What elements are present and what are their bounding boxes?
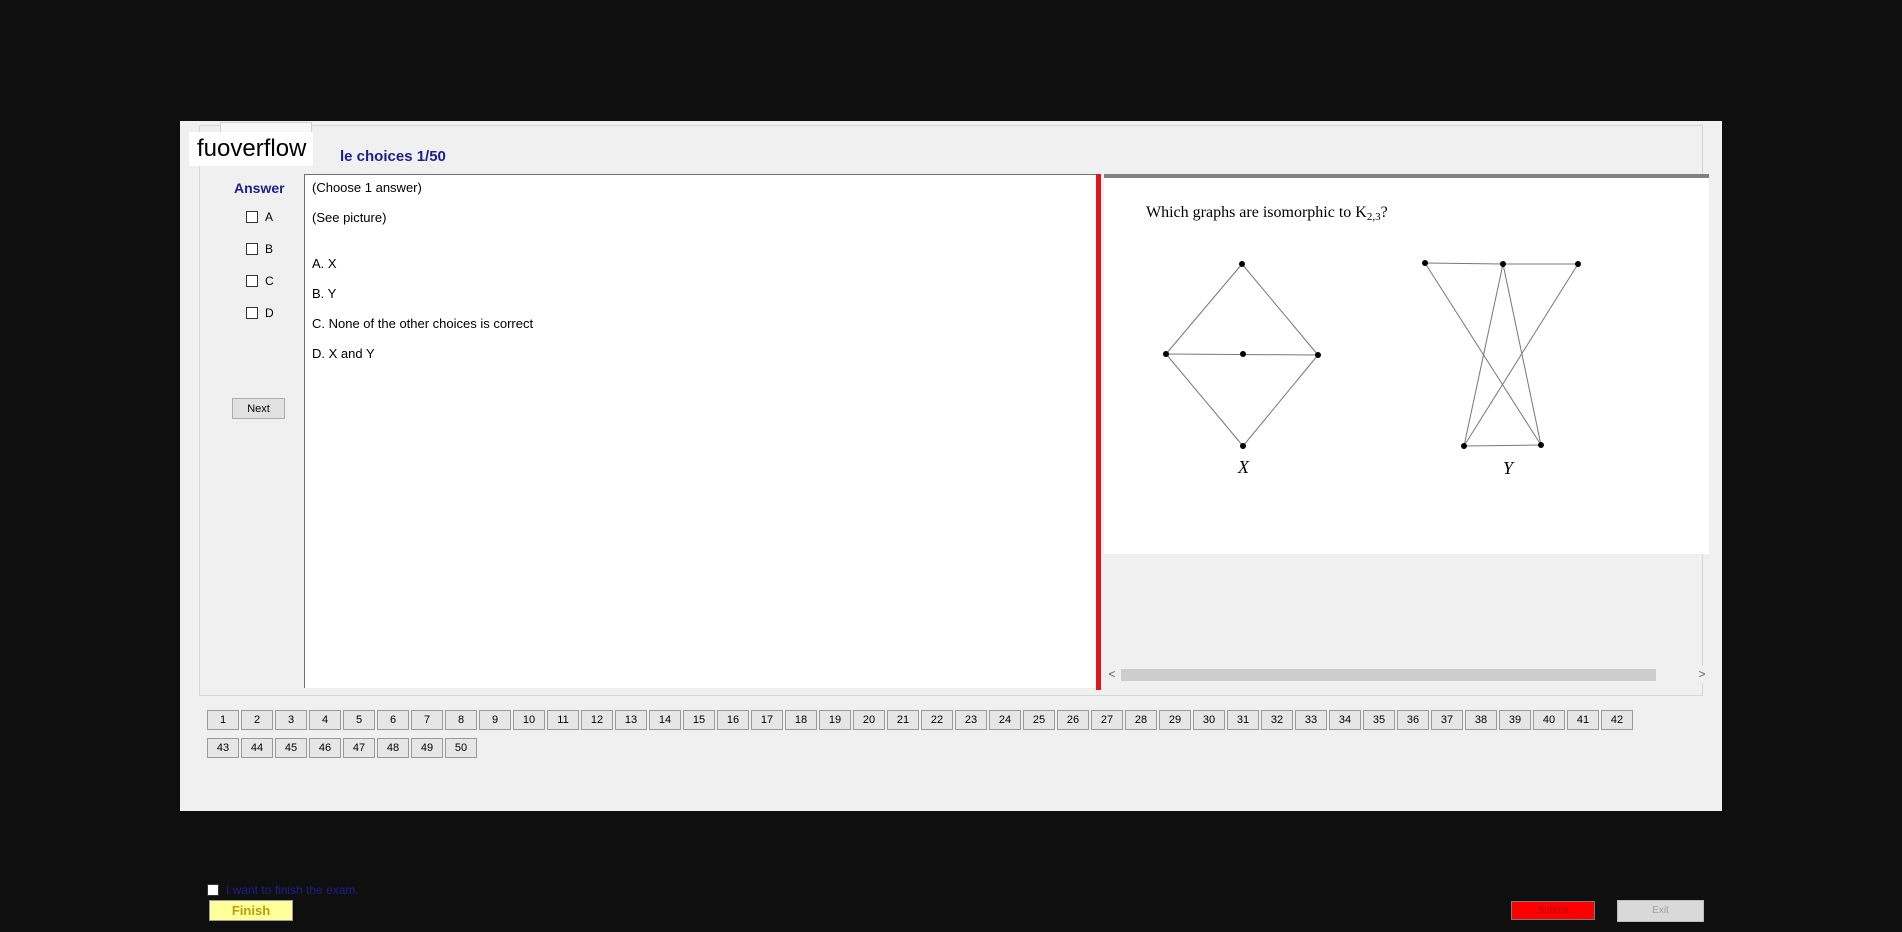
question-number-button[interactable]: 50 xyxy=(445,738,477,758)
question-number-button[interactable]: 42 xyxy=(1601,710,1633,730)
question-number-button[interactable]: 1 xyxy=(207,710,239,730)
panel-splitter[interactable] xyxy=(1096,174,1101,690)
question-number-button[interactable]: 12 xyxy=(581,710,613,730)
submit-button[interactable]: Submit xyxy=(1511,901,1595,920)
answer-label: Answer xyxy=(234,180,285,196)
graph-y-edges xyxy=(1424,262,1579,447)
scroll-left-icon[interactable]: < xyxy=(1105,666,1119,683)
next-button[interactable]: Next xyxy=(232,398,285,419)
question-number-button[interactable]: 16 xyxy=(717,710,749,730)
question-number-button[interactable]: 41 xyxy=(1567,710,1599,730)
question-number-button[interactable]: 39 xyxy=(1499,710,1531,730)
question-image: Which graphs are isomorphic to K2,3? X Y xyxy=(1104,174,1709,554)
choice-a-text: A. X xyxy=(312,256,337,271)
question-number-button[interactable]: 5 xyxy=(343,710,375,730)
question-number-button[interactable]: 22 xyxy=(921,710,953,730)
question-number-button[interactable]: 6 xyxy=(377,710,409,730)
exam-frame: le choices 1/50 Answer A B C D Next (Cho… xyxy=(199,122,1709,696)
watermark-logo: fuoverflow xyxy=(189,132,313,166)
option-a-label: A xyxy=(265,210,274,224)
question-number-button[interactable]: 7 xyxy=(411,710,443,730)
finish-confirm-checkbox[interactable] xyxy=(207,884,219,896)
option-b-checkbox[interactable] xyxy=(246,243,258,255)
question-number-button[interactable]: 44 xyxy=(241,738,273,758)
question-number-button[interactable]: 48 xyxy=(377,738,409,758)
option-c-checkbox[interactable] xyxy=(246,275,258,287)
question-number-button[interactable]: 36 xyxy=(1397,710,1429,730)
question-row-1: 1 2 3 4 5 6 7 8 9 10 11 12 13 14 15 16 17 18 19 20 21 22 23 24 2… xyxy=(207,710,1635,730)
question-number-button[interactable]: 15 xyxy=(683,710,715,730)
figure-question: Which graphs are isomorphic to K2,3? xyxy=(1146,204,1388,223)
question-number-button[interactable]: 37 xyxy=(1431,710,1463,730)
question-prompt: (See picture) xyxy=(312,210,387,225)
question-number-button[interactable]: 19 xyxy=(819,710,851,730)
choice-b-text: B. Y xyxy=(312,286,337,301)
image-horizontal-scrollbar[interactable]: < > xyxy=(1105,666,1709,683)
question-number-button[interactable]: 33 xyxy=(1295,710,1327,730)
finish-button[interactable]: Finish xyxy=(209,900,293,921)
option-c-label: C xyxy=(265,274,274,288)
question-number-button[interactable]: 24 xyxy=(989,710,1021,730)
question-number-button[interactable]: 34 xyxy=(1329,710,1361,730)
question-number-button[interactable]: 8 xyxy=(445,710,477,730)
question-number-button[interactable]: 26 xyxy=(1057,710,1089,730)
graph-x-label: X xyxy=(1237,457,1250,477)
question-number-button[interactable]: 4 xyxy=(309,710,341,730)
question-row-2: 43 44 45 46 47 48 49 50 xyxy=(207,738,479,758)
section-title: le choices 1/50 xyxy=(340,148,446,165)
question-number-button[interactable]: 13 xyxy=(615,710,647,730)
question-number-button[interactable]: 9 xyxy=(479,710,511,730)
question-number-button[interactable]: 45 xyxy=(275,738,307,758)
finish-confirm-label: I want to finish the exam. xyxy=(226,883,359,897)
question-number-button[interactable]: 40 xyxy=(1533,710,1565,730)
option-d-label: D xyxy=(265,306,274,320)
graph-y-vertices xyxy=(1422,260,1581,449)
question-number-button[interactable]: 20 xyxy=(853,710,885,730)
question-number-button[interactable]: 32 xyxy=(1261,710,1293,730)
graph-figure: Which graphs are isomorphic to K2,3? X Y xyxy=(1146,204,1581,478)
question-number-button[interactable]: 18 xyxy=(785,710,817,730)
question-number-button[interactable]: 17 xyxy=(751,710,783,730)
choice-c-text: C. None of the other choices is correct xyxy=(312,316,534,331)
question-number-button[interactable]: 43 xyxy=(207,738,239,758)
question-number-button[interactable]: 3 xyxy=(275,710,307,730)
exam-window: le choices 1/50 Answer A B C D Next (Cho… xyxy=(180,121,1722,922)
scroll-right-icon[interactable]: > xyxy=(1695,666,1709,683)
question-number-button[interactable]: 27 xyxy=(1091,710,1123,730)
question-number-button[interactable]: 23 xyxy=(955,710,987,730)
question-number-button[interactable]: 10 xyxy=(513,710,545,730)
question-number-button[interactable]: 31 xyxy=(1227,710,1259,730)
question-number-button[interactable]: 25 xyxy=(1023,710,1055,730)
question-number-button[interactable]: 38 xyxy=(1465,710,1497,730)
question-number-button[interactable]: 11 xyxy=(547,710,579,730)
question-text-area[interactable]: (Choose 1 answer) (See picture) A. X B. … xyxy=(304,174,1096,688)
option-d[interactable]: D xyxy=(246,305,274,321)
finish-confirm[interactable]: I want to finish the exam. xyxy=(207,883,359,897)
option-c[interactable]: C xyxy=(246,273,274,289)
question-number-button[interactable]: 30 xyxy=(1193,710,1225,730)
question-number-button[interactable]: 46 xyxy=(309,738,341,758)
question-number-button[interactable]: 47 xyxy=(343,738,375,758)
scroll-thumb[interactable] xyxy=(1121,669,1656,681)
question-number-button[interactable]: 14 xyxy=(649,710,681,730)
option-b-label: B xyxy=(265,242,274,256)
question-number-button[interactable]: 29 xyxy=(1159,710,1191,730)
question-number-button[interactable]: 28 xyxy=(1125,710,1157,730)
graph-y-label: Y xyxy=(1503,458,1515,478)
question-instruction: (Choose 1 answer) xyxy=(312,180,422,195)
option-b[interactable]: B xyxy=(246,241,273,257)
question-number-button[interactable]: 21 xyxy=(887,710,919,730)
option-a-checkbox[interactable] xyxy=(246,211,258,223)
exit-button[interactable]: Exit xyxy=(1617,900,1704,922)
choice-d-text: D. X and Y xyxy=(312,346,375,361)
option-d-checkbox[interactable] xyxy=(246,307,258,319)
question-number-button[interactable]: 49 xyxy=(411,738,443,758)
option-a[interactable]: A xyxy=(246,209,273,225)
question-number-button[interactable]: 35 xyxy=(1363,710,1395,730)
question-number-button[interactable]: 2 xyxy=(241,710,273,730)
